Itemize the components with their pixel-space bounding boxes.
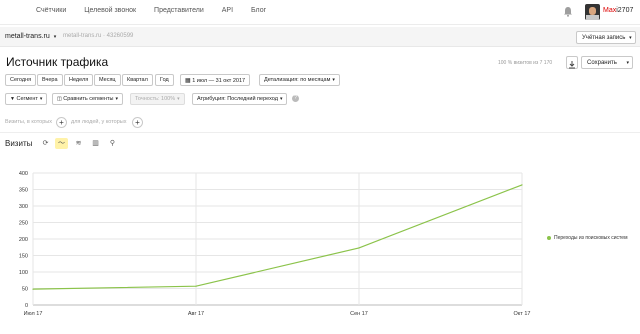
period-quarter-button[interactable]: Квартал [122,74,153,86]
counter-id: metall-trans.ru · 43260599 [63,33,134,39]
chevron-down-icon: ▾ [626,60,630,66]
area-chart-icon[interactable]: ≋ [72,138,85,149]
segment-people-label: для людей, у которых [71,119,127,125]
segment-button[interactable]: ▼ Сегмент ▾ [5,93,48,105]
divider [0,132,640,133]
username[interactable]: Maxi2707 [603,7,633,14]
y-tick-label: 100 [19,270,28,276]
chevron-down-icon: ▾ [332,77,335,83]
page-title: Источник трафика [6,55,109,69]
line-chart-icon[interactable]: 〜 [55,138,68,149]
top-bar: Счётчики Целевой звонок Представители AP… [0,0,640,25]
legend-label: Переходы из поисковых систем [554,235,628,241]
site-selector[interactable]: metall-trans.ru ▾ [5,33,56,40]
filter-icon: ▼ [10,96,15,102]
compare-icon: ◫ [57,96,62,102]
plus-icon: + [135,118,140,127]
account-button[interactable]: Учётная запись ▾ [576,31,636,44]
attribution-dropdown[interactable]: Атрибуция: Последний переход ▾ [192,93,288,105]
period-month-button[interactable]: Месяц [94,74,121,86]
date-range-picker[interactable]: ▦ 1 июл — 31 окт 2017 [180,74,251,86]
save-button[interactable]: Сохранить ▾ [581,56,633,69]
bell-icon[interactable] [563,6,573,17]
add-visit-condition-button[interactable]: + [56,117,67,128]
series-line [32,184,523,290]
counter-bar: metall-trans.ru ▾ metall-trans.ru · 4326… [0,27,640,47]
chevron-down-icon: ▾ [177,96,180,102]
chart-legend[interactable]: Переходы из поисковых систем [547,235,628,241]
y-tick-label: 300 [19,204,28,210]
chevron-down-icon: ▾ [629,35,632,41]
detail-dropdown[interactable]: Детализация: по месяцам ▾ [259,74,340,86]
period-yesterday-button[interactable]: Вчера [37,74,63,86]
x-tick-label: Июл 17 [24,311,43,317]
nav-representatives[interactable]: Представители [154,7,204,14]
y-tick-label: 200 [19,237,28,243]
data-point [32,288,34,290]
calendar-icon: ▦ [185,78,191,84]
y-tick-label: 150 [19,254,28,260]
help-icon[interactable]: ? [292,95,299,102]
compare-segments-button[interactable]: ◫ Сравнить сегменты ▾ [52,93,123,105]
visits-chart: 0 50 100 150 200 250 300 350 400 Июл 17 Авг 17 Сен … [19,171,531,317]
y-tick-label: 400 [19,171,28,177]
data-point [358,247,360,249]
map-pin-icon[interactable]: ⚲ [106,138,119,149]
x-tick-label: Сен 17 [350,311,368,317]
nav-blog[interactable]: Блог [251,7,266,14]
y-tick-label: 250 [19,221,28,227]
nav-target-call[interactable]: Целевой звонок [84,7,136,14]
bar-chart-icon[interactable]: ▥ [89,138,102,149]
period-week-button[interactable]: Неделя [64,74,94,86]
legend-dot [547,236,551,240]
period-year-button[interactable]: Год [155,74,174,86]
plus-icon: + [59,118,64,127]
chevron-down-icon: ▾ [115,96,118,102]
accuracy-dropdown[interactable]: Точность: 100% ▾ [130,93,185,105]
period-today-button[interactable]: Сегодня [5,74,37,86]
avatar[interactable] [585,4,600,20]
refresh-icon[interactable]: ⟳ [39,138,52,149]
chevron-down-icon: ▾ [279,96,283,102]
chevron-down-icon: ▾ [53,34,57,40]
add-people-condition-button[interactable]: + [132,117,143,128]
data-point [521,184,523,186]
y-tick-label: 0 [25,303,28,309]
segment-visits-label: Визиты, в которых [5,119,52,125]
data-point [195,285,197,287]
chevron-down-icon: ▾ [39,96,43,102]
x-tick-label: Авг 17 [188,311,204,317]
x-tick-label: Окт 17 [514,311,531,317]
y-tick-label: 350 [19,188,28,194]
nav-api[interactable]: API [222,7,233,14]
y-tick-label: 50 [22,287,28,293]
download-button[interactable] [566,56,578,69]
nav-counters[interactable]: Счётчики [36,7,66,14]
visits-percentage: 100 % визитов из 7 170 [498,60,553,66]
download-icon [569,61,575,69]
chart-title: Визиты [5,139,33,148]
top-nav: Счётчики Целевой звонок Представители AP… [36,7,284,14]
